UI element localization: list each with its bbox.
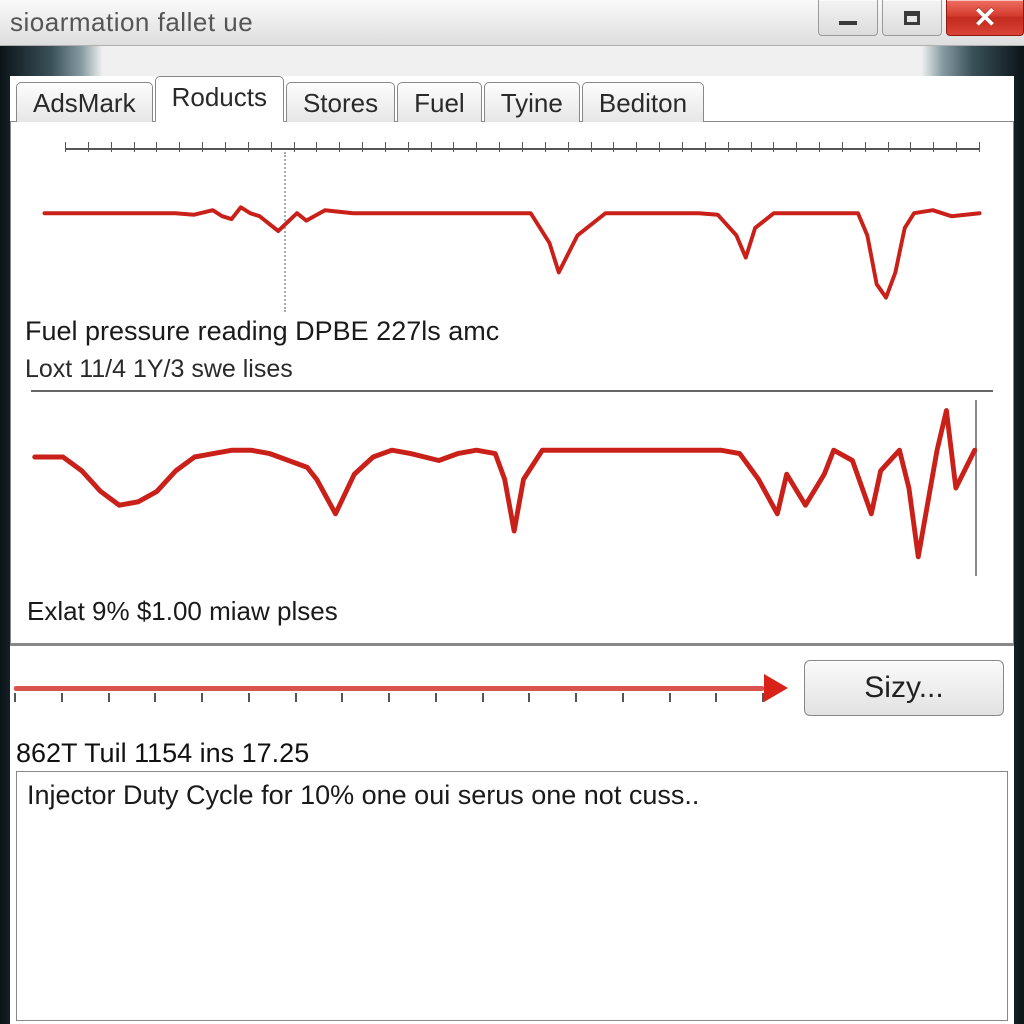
arrow-right-icon	[764, 674, 788, 702]
description-box[interactable]: Injector Duty Cycle for 10% one oui seru…	[16, 771, 1008, 1021]
tab-tyine[interactable]: Tyine	[484, 82, 580, 122]
maximize-icon	[904, 11, 920, 25]
chart-fuel-pressure	[25, 140, 999, 312]
chart2-header: Loxt 11/4 1Y/3 swe lises	[25, 355, 999, 384]
tab-stores[interactable]: Stores	[286, 82, 395, 122]
chart-loxt	[25, 396, 999, 586]
window-title: sioarmation fallet ue	[10, 7, 253, 38]
tab-bediton[interactable]: Bediton	[582, 82, 704, 122]
minimize-icon	[839, 21, 857, 25]
tab-bar: AdsMark Roducts Stores Fuel Tyine Bedito…	[10, 76, 1014, 122]
slider-ticks	[14, 693, 762, 703]
tab-panel: Fuel pressure reading DPBE 227ls amc Lox…	[10, 122, 1014, 644]
close-icon: ✕	[973, 1, 996, 34]
metric-line: 862T Tuil 1154 ins 17.25	[16, 738, 1008, 769]
tab-roducts[interactable]: Roducts	[155, 76, 284, 122]
window-controls: ✕	[814, 0, 1024, 45]
chart2-line	[25, 396, 999, 586]
chart1-line	[25, 140, 999, 312]
minimize-button[interactable]	[818, 0, 878, 36]
chart1-label: Fuel pressure reading DPBE 227ls amc	[25, 316, 999, 347]
window-body: AdsMark Roducts Stores Fuel Tyine Bedito…	[10, 76, 1014, 1024]
timeline-slider[interactable]	[14, 674, 788, 702]
description-text: Injector Duty Cycle for 10% one oui seru…	[27, 780, 699, 810]
tab-adsmark[interactable]: AdsMark	[16, 82, 153, 122]
sizy-button[interactable]: Sizy...	[804, 660, 1004, 716]
titlebar: sioarmation fallet ue ✕	[0, 0, 1024, 46]
slider-track-icon	[14, 686, 764, 691]
chart2-footer: Exlat 9% $1.00 miaw plses	[27, 596, 999, 627]
maximize-button[interactable]	[882, 0, 942, 36]
slider-row: Sizy...	[10, 644, 1014, 730]
tab-fuel[interactable]: Fuel	[397, 82, 482, 122]
close-button[interactable]: ✕	[946, 0, 1024, 36]
details-section: 862T Tuil 1154 ins 17.25 Injector Duty C…	[10, 730, 1014, 1024]
chart2-axis	[31, 390, 993, 392]
